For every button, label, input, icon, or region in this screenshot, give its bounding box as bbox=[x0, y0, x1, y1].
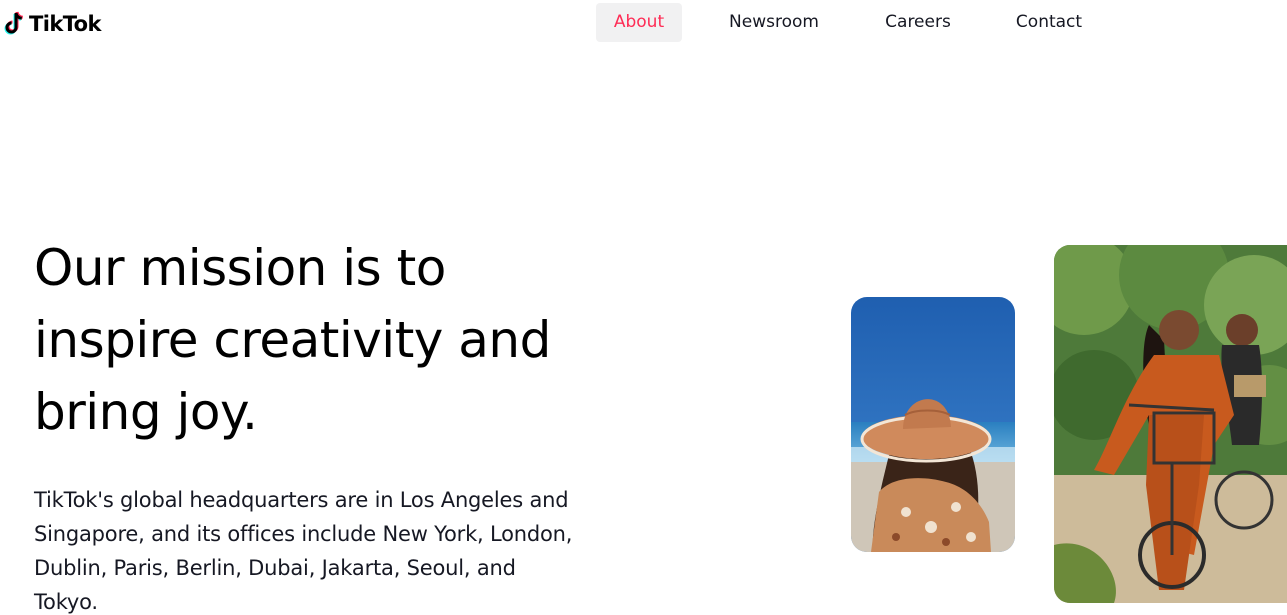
nav-about[interactable]: About bbox=[596, 3, 682, 42]
nav-careers[interactable]: Careers bbox=[866, 3, 970, 42]
nav-contact[interactable]: Contact bbox=[998, 3, 1100, 42]
mission-headline: Our mission is to inspire creativity and… bbox=[34, 239, 551, 441]
women-riding-bicycles-photo bbox=[1054, 245, 1287, 603]
logo-wordmark: TikTok bbox=[29, 12, 101, 36]
tiktok-note-icon bbox=[4, 11, 24, 35]
about-page: TikTok About Newsroom Careers Contact Ou… bbox=[0, 0, 1287, 615]
nav-newsroom[interactable]: Newsroom bbox=[710, 3, 838, 42]
headquarters-description: TikTok's global headquarters are in Los … bbox=[34, 488, 573, 614]
woman-in-sun-hat-photo bbox=[851, 297, 1015, 552]
tiktok-logo[interactable]: TikTok bbox=[2, 8, 101, 40]
